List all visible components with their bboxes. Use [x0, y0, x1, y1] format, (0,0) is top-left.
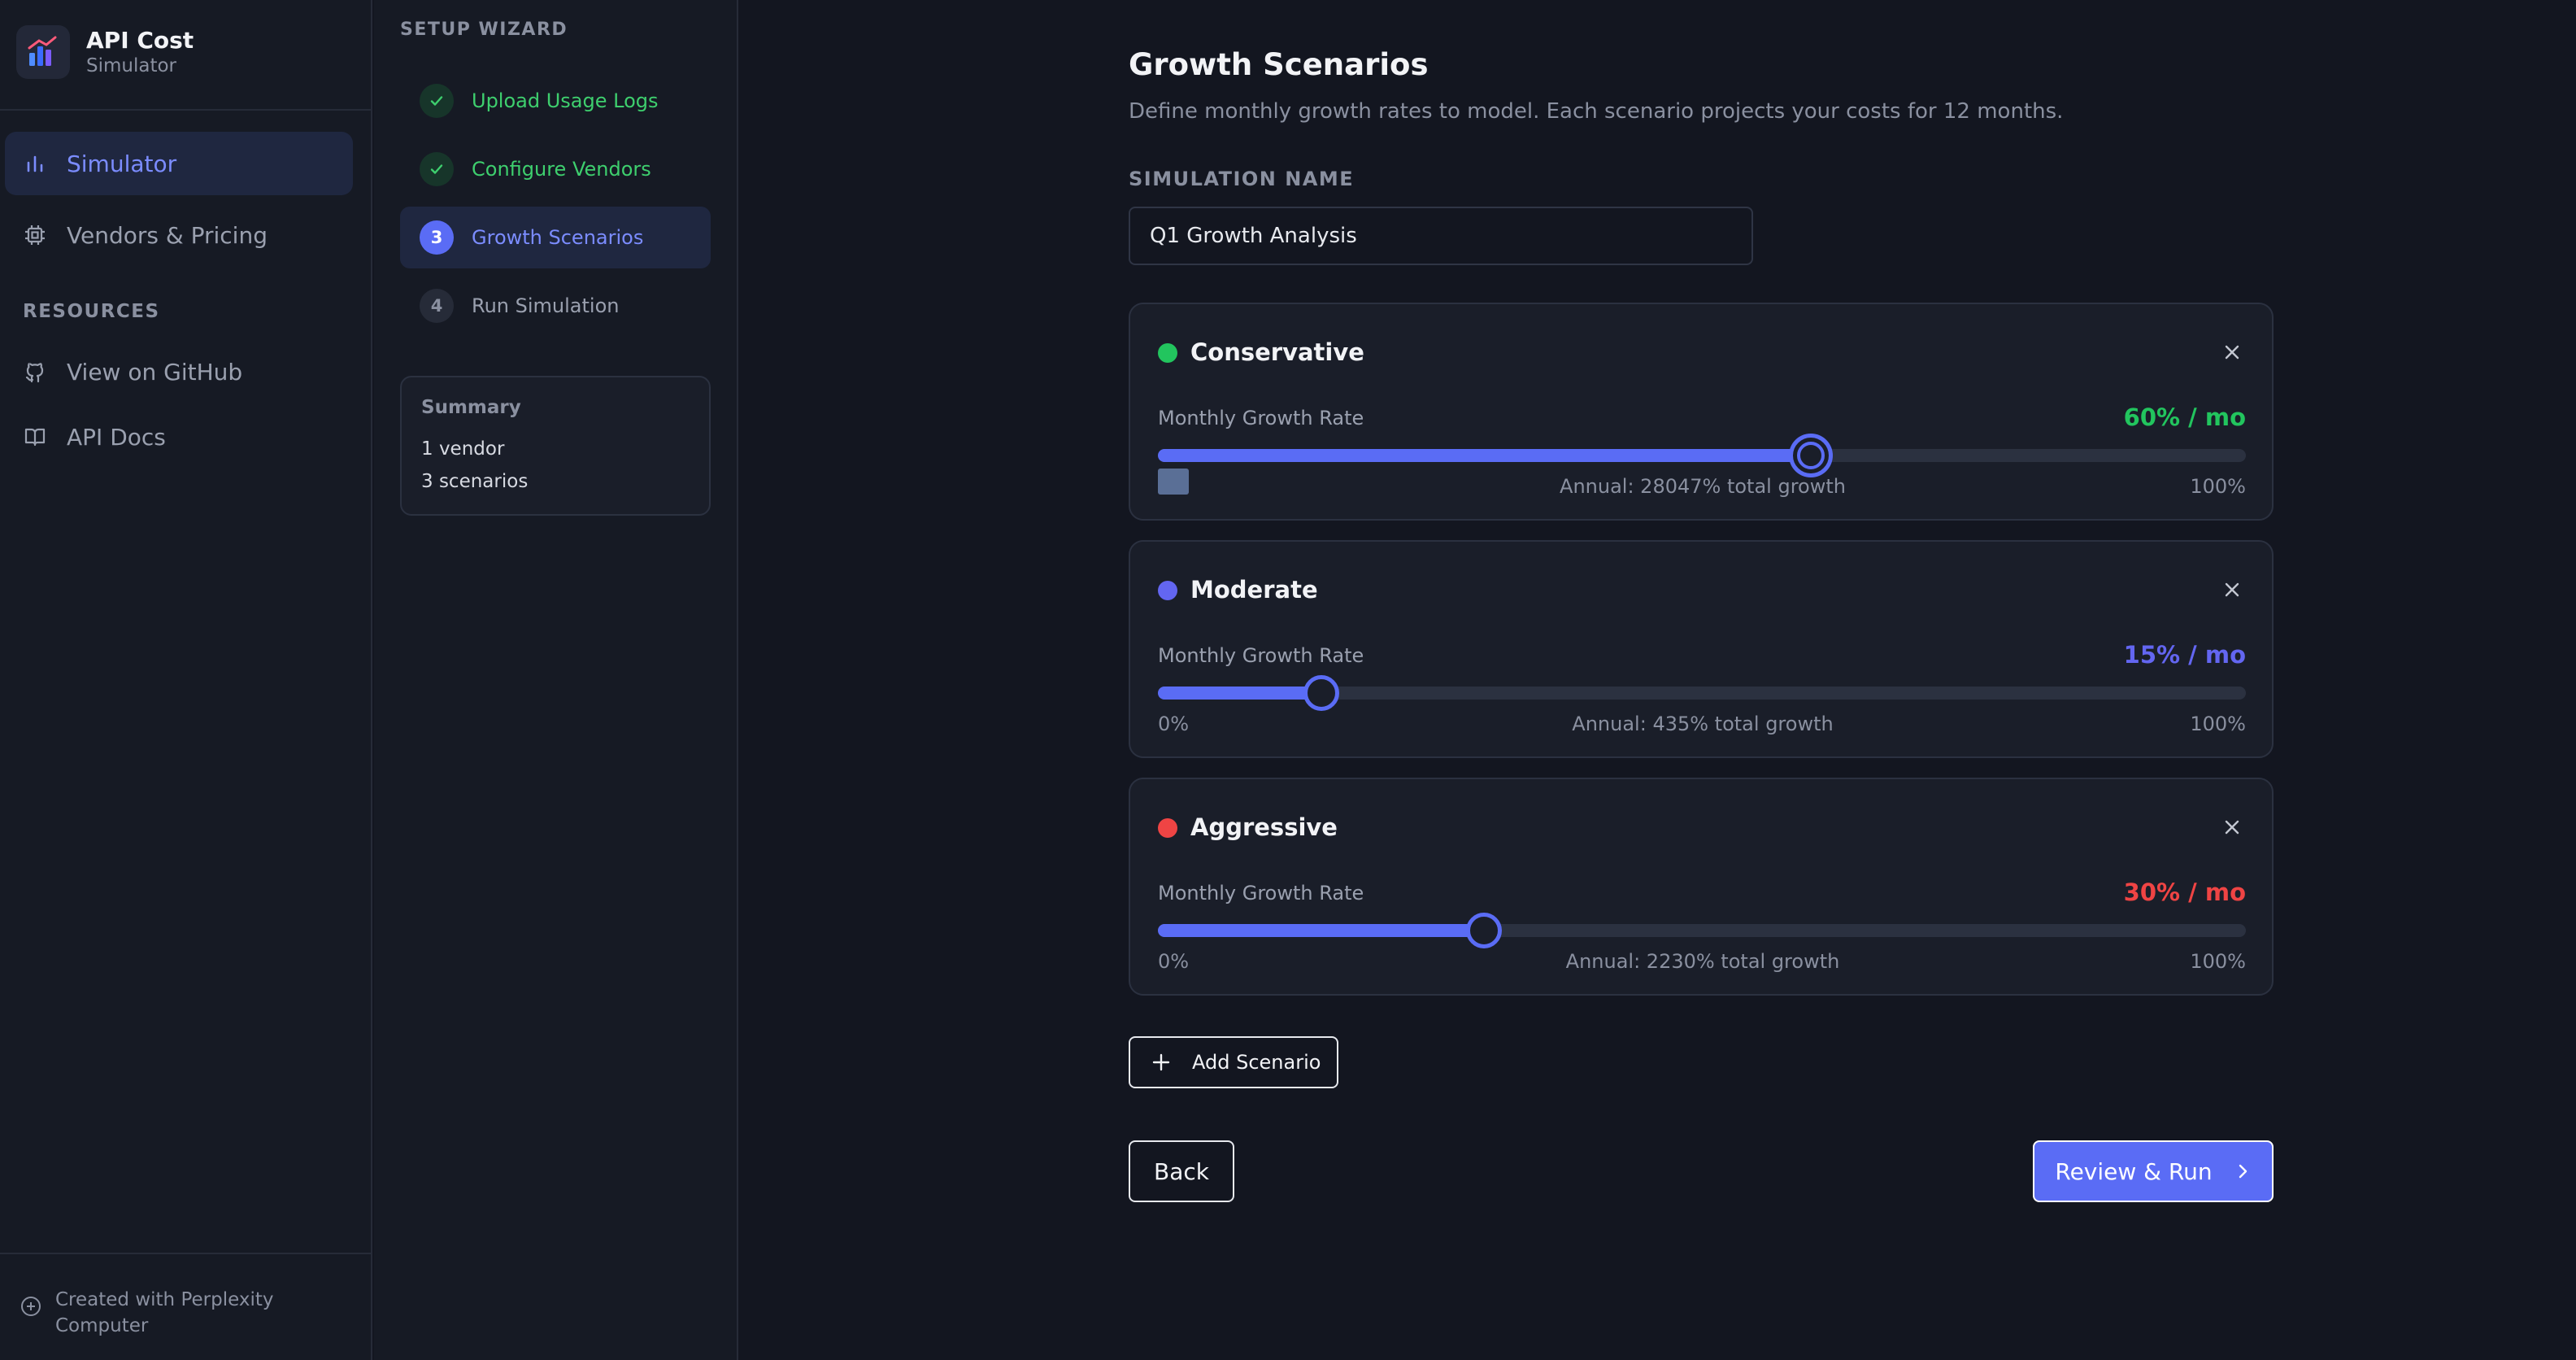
growth-rate-label: Monthly Growth Rate [1158, 407, 1364, 429]
step-number-badge: 3 [420, 220, 454, 255]
slider-thumb[interactable] [1303, 675, 1339, 711]
wizard-step-configure-vendors[interactable]: Configure Vendors [400, 138, 711, 200]
range-max-label: 100% [2190, 950, 2246, 973]
growth-rate-value: 60% / mo [2123, 403, 2246, 431]
chevron-right-icon [2234, 1162, 2252, 1180]
add-scenario-button[interactable]: Add Scenario [1129, 1036, 1338, 1088]
annual-growth-text: Annual: 28047% total growth [1560, 475, 1846, 498]
wizard-step-label: Growth Scenarios [472, 226, 644, 249]
wizard-step-label: Configure Vendors [472, 158, 651, 181]
growth-rate-value: 30% / mo [2123, 878, 2246, 906]
summary-scenarios: 3 scenarios [421, 471, 529, 492]
growth-rate-label: Monthly Growth Rate [1158, 644, 1364, 667]
sidebar-item-label: API Docs [67, 423, 166, 451]
sidebar-item-simulator[interactable]: Simulator [5, 132, 353, 195]
growth-rate-slider[interactable] [1158, 438, 2246, 473]
scenario-color-dot [1158, 581, 1177, 600]
review-run-button[interactable]: Review & Run [2033, 1140, 2274, 1202]
app-sidebar: API Cost Simulator Simulator Vendors & P… [0, 0, 372, 1360]
sidebar-item-label: Simulator [67, 150, 177, 177]
scenario-name: Moderate [1190, 576, 1318, 604]
add-scenario-label: Add Scenario [1192, 1051, 1321, 1074]
summary-box: Summary 1 vendor 3 scenarios [400, 376, 711, 516]
chip-icon [23, 223, 47, 247]
slider-fill [1158, 687, 1321, 700]
sidebar-item-vendors-pricing[interactable]: Vendors & Pricing [5, 203, 353, 267]
scenario-card-conservative: Conservative Monthly Growth Rate 60% / m… [1129, 303, 2274, 521]
brand-title: API Cost [86, 27, 194, 54]
wizard-step-label: Upload Usage Logs [472, 89, 659, 112]
sidebar-item-api-docs[interactable]: API Docs [5, 405, 353, 469]
range-max-label: 100% [2190, 713, 2246, 735]
scenario-color-dot [1158, 343, 1177, 363]
scenario-color-dot [1158, 818, 1177, 838]
page-subtitle: Define monthly growth rates to model. Ea… [1129, 99, 2064, 124]
book-icon [23, 425, 47, 449]
growth-rate-value: 15% / mo [2123, 641, 2246, 669]
plus-icon [1151, 1053, 1171, 1072]
sidebar-footer-divider [0, 1253, 372, 1254]
slider-fill [1158, 924, 1485, 937]
resources-section-label: RESOURCES [23, 301, 160, 322]
slider-fill [1158, 449, 1811, 462]
simulation-name-label: SIMULATION NAME [1129, 168, 1355, 190]
plus-circle-icon [20, 1295, 44, 1319]
step-number-badge: 4 [420, 289, 454, 323]
brand[interactable]: API Cost Simulator [16, 23, 194, 81]
slider-thumb[interactable] [1466, 913, 1503, 948]
slider-thumb[interactable] [1792, 438, 1829, 473]
wizard-step-growth-scenarios[interactable]: 3 Growth Scenarios [400, 207, 711, 268]
range-max-label: 100% [2190, 475, 2246, 498]
annual-growth-text: Annual: 435% total growth [1572, 713, 1834, 735]
close-icon[interactable] [2218, 338, 2246, 366]
growth-rate-label: Monthly Growth Rate [1158, 882, 1364, 904]
annual-growth-text: Annual: 2230% total growth [1565, 950, 1840, 973]
github-icon [23, 360, 47, 384]
growth-rate-slider[interactable] [1158, 675, 2246, 711]
bar-chart-logo-icon [16, 25, 70, 79]
sidebar-item-label: View on GitHub [67, 358, 243, 386]
footer-credit-text: Created with Perplexity Computer [55, 1289, 274, 1336]
setup-wizard-panel: SETUP WIZARD Upload Usage Logs Configure… [374, 0, 738, 1360]
wizard-step-upload-usage-logs[interactable]: Upload Usage Logs [400, 70, 711, 132]
check-icon [420, 152, 454, 186]
wizard-label: SETUP WIZARD [400, 20, 568, 40]
scenario-card-moderate: Moderate Monthly Growth Rate 15% / mo 0%… [1129, 540, 2274, 758]
back-button[interactable]: Back [1129, 1140, 1234, 1202]
close-icon[interactable] [2218, 576, 2246, 604]
summary-vendors: 1 vendor [421, 438, 505, 460]
scenario-name: Conservative [1190, 338, 1364, 366]
scenario-name: Aggressive [1190, 813, 1338, 841]
sidebar-item-label: Vendors & Pricing [67, 221, 268, 249]
simulation-name-input[interactable] [1129, 207, 1753, 265]
footer-credit[interactable]: Created with Perplexity Computer [20, 1287, 361, 1339]
review-run-label: Review & Run [2055, 1157, 2213, 1185]
wizard-step-label: Run Simulation [472, 294, 620, 317]
scenario-card-aggressive: Aggressive Monthly Growth Rate 30% / mo … [1129, 778, 2274, 996]
close-icon[interactable] [2218, 813, 2246, 841]
sidebar-divider [0, 109, 372, 111]
growth-rate-slider[interactable] [1158, 913, 2246, 948]
brand-subtitle: Simulator [86, 55, 177, 76]
sidebar-item-github[interactable]: View on GitHub [5, 340, 353, 403]
bar-chart-icon [23, 151, 47, 176]
summary-title: Summary [421, 397, 521, 418]
page-title: Growth Scenarios [1129, 47, 1429, 82]
check-icon [420, 84, 454, 118]
wizard-step-run-simulation[interactable]: 4 Run Simulation [400, 275, 711, 337]
